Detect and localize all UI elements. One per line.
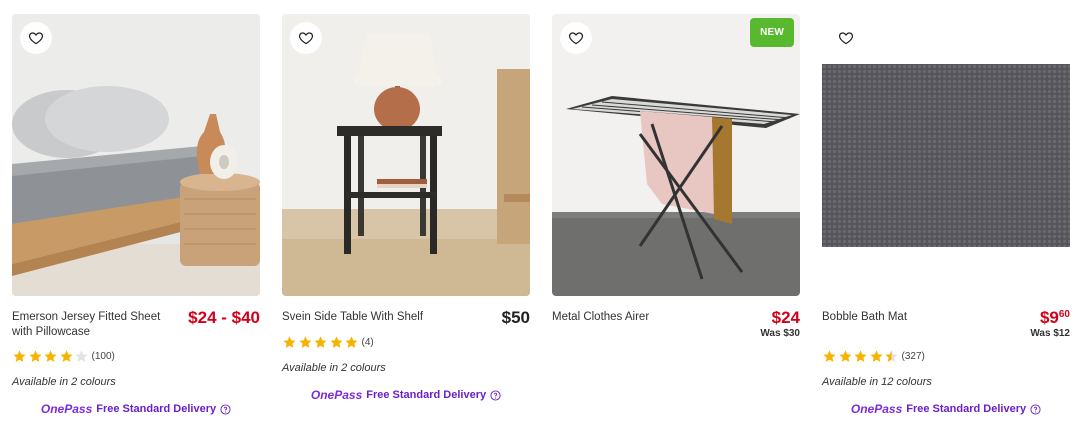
star-rating <box>282 335 360 350</box>
star-icon <box>345 335 358 348</box>
product-title[interactable]: Bobble Bath Mat <box>822 310 982 325</box>
onepass-logo: OnePass <box>310 388 363 402</box>
wishlist-button[interactable] <box>20 22 52 54</box>
price-dollars: $9 <box>1039 308 1059 327</box>
star-icon <box>44 349 57 362</box>
wishlist-button[interactable] <box>830 22 862 54</box>
star-icon <box>314 335 327 348</box>
price-cents: 60 <box>1058 309 1070 320</box>
product-image[interactable] <box>12 14 260 296</box>
product-card[interactable]: Bobble Bath Mat $960 Was $12 (327) Avail… <box>822 14 1070 416</box>
review-count: (327) <box>901 350 925 362</box>
star-icon <box>75 349 88 362</box>
star-icon <box>28 349 42 362</box>
star-icon <box>59 349 73 362</box>
star-icon <box>283 335 296 348</box>
heart-outline-icon <box>838 32 854 45</box>
delivery-text: Free Standard Delivery <box>366 389 487 401</box>
delivery-text: Free Standard Delivery <box>96 403 217 415</box>
star-icon <box>854 349 867 362</box>
product-image[interactable] <box>282 14 530 296</box>
product-title[interactable]: Metal Clothes Airer <box>552 310 712 325</box>
product-image[interactable]: NEW <box>552 14 800 296</box>
onepass-delivery: OnePass Free Standard Delivery <box>12 402 260 416</box>
help-circle-icon[interactable] <box>220 403 231 415</box>
available-colours: Available in 12 colours <box>822 376 932 388</box>
review-count: (100) <box>91 350 115 362</box>
product-price: $960 <box>1040 308 1070 328</box>
product-rating: (327) <box>822 348 1070 364</box>
help-circle-icon[interactable] <box>1030 403 1041 415</box>
product-card[interactable]: Svein Side Table With Shelf $50 (4) Avai… <box>282 14 530 402</box>
help-circle-icon[interactable] <box>490 389 501 401</box>
was-price: Was $30 <box>760 328 800 339</box>
star-icon <box>298 335 312 348</box>
product-image[interactable] <box>822 14 1070 296</box>
heart-outline-icon <box>568 32 584 45</box>
heart-outline-icon <box>28 32 44 45</box>
available-colours: Available in 2 colours <box>12 376 116 388</box>
delivery-text: Free Standard Delivery <box>906 403 1027 415</box>
product-card[interactable]: NEW Metal Clothes Airer $24 Was $30 <box>552 14 800 348</box>
product-price: $24 - $40 <box>188 308 260 327</box>
star-icon <box>869 349 883 362</box>
product-rating: (100) <box>12 348 260 364</box>
product-card[interactable]: Emerson Jersey Fitted Sheet with Pillowc… <box>12 14 260 416</box>
wishlist-button[interactable] <box>290 22 322 54</box>
product-price: $24 <box>771 308 800 327</box>
product-price: $50 <box>501 308 530 327</box>
product-title[interactable]: Emerson Jersey Fitted Sheet with Pillowc… <box>12 310 172 340</box>
product-title[interactable]: Svein Side Table With Shelf <box>282 310 442 325</box>
new-badge: NEW <box>750 18 794 47</box>
heart-outline-icon <box>298 32 314 45</box>
star-rating <box>12 349 90 364</box>
onepass-delivery: OnePass Free Standard Delivery <box>822 402 1070 416</box>
onepass-delivery: OnePass Free Standard Delivery <box>282 388 530 402</box>
onepass-logo: OnePass <box>850 402 903 416</box>
available-colours: Available in 2 colours <box>282 362 386 374</box>
review-count: (4) <box>361 336 374 348</box>
product-rating: (4) <box>282 334 530 350</box>
star-icon <box>838 349 852 362</box>
star-icon <box>885 349 898 362</box>
star-icon <box>329 335 343 348</box>
wishlist-button[interactable] <box>560 22 592 54</box>
star-rating <box>822 349 900 364</box>
star-icon <box>13 349 26 362</box>
was-price: Was $12 <box>1030 328 1070 339</box>
onepass-logo: OnePass <box>40 402 93 416</box>
star-icon <box>823 349 836 362</box>
